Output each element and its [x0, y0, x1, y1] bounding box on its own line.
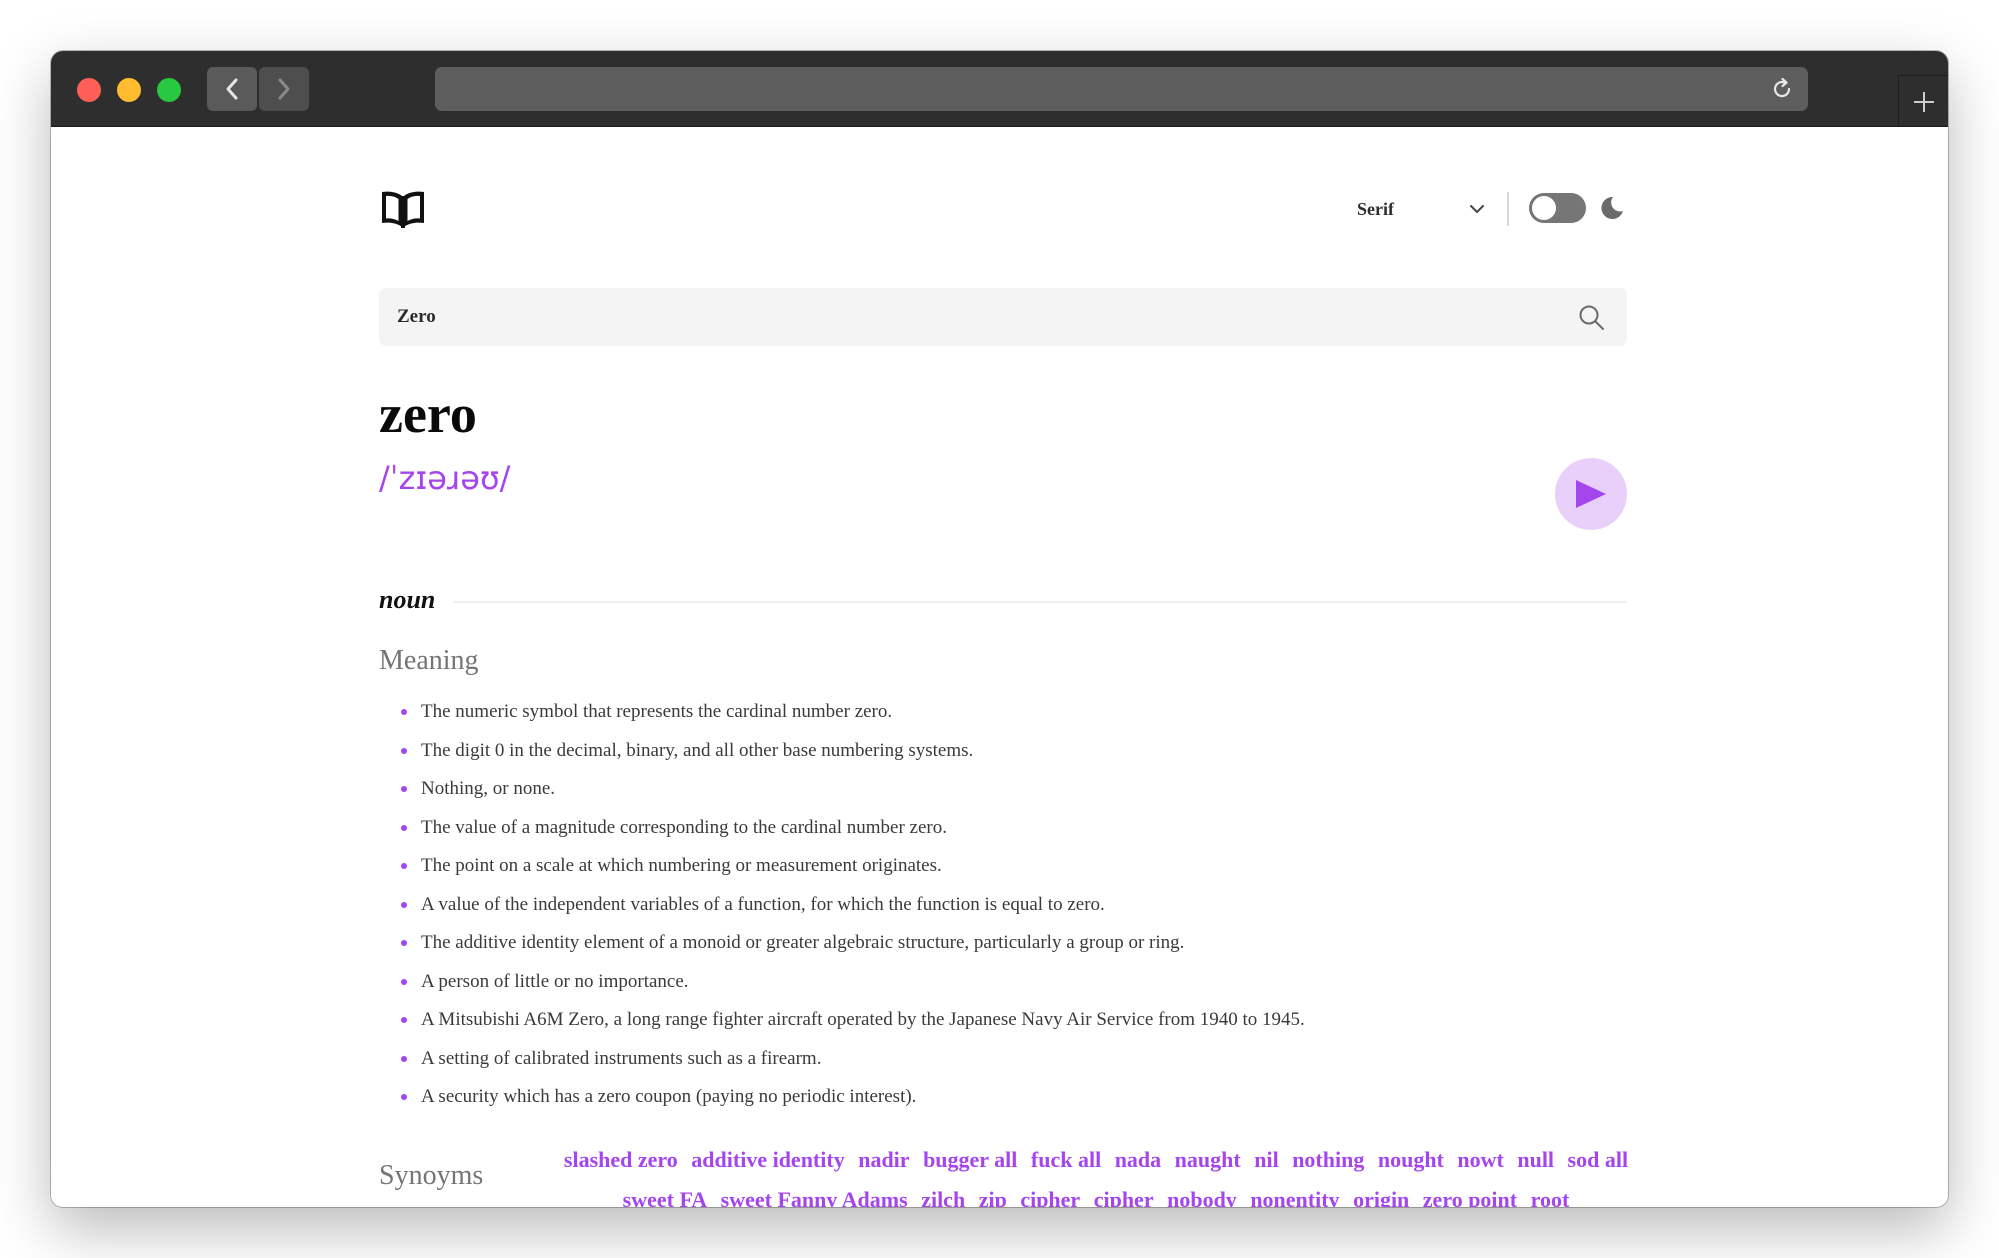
play-icon [1576, 480, 1606, 508]
synonym-link[interactable]: fuck all [1031, 1147, 1101, 1172]
meaning-item: A security which has a zero coupon (payi… [399, 1083, 1599, 1122]
synonym-link[interactable]: zero point [1423, 1187, 1517, 1207]
synonym-link[interactable]: naught [1175, 1147, 1241, 1172]
close-window-button[interactable] [77, 78, 101, 102]
forward-button[interactable] [259, 67, 309, 111]
synonym-link[interactable]: nonentity [1250, 1187, 1339, 1207]
synonym-link[interactable]: sweet Fanny Adams [721, 1187, 908, 1207]
plus-icon [1913, 91, 1934, 112]
toggle-knob [1532, 196, 1556, 220]
meaning-item: The numeric symbol that represents the c… [399, 698, 1599, 737]
play-pronunciation-button[interactable] [1555, 458, 1627, 530]
reload-icon[interactable] [1770, 77, 1794, 101]
meaning-list: The numeric symbol that represents the c… [399, 698, 1599, 1122]
part-of-speech-divider [453, 601, 1627, 603]
page-content: Serif zero /ˈzɪəɹəʊ/ noun [51, 128, 1948, 1207]
meaning-heading: Meaning [379, 645, 479, 676]
meaning-item: The point on a scale at which numbering … [399, 852, 1599, 891]
synonyms-list: slashed zero additive identity nadir bug… [521, 1140, 1671, 1207]
theme-toggle[interactable] [1529, 193, 1586, 223]
synonym-link[interactable]: nil [1254, 1147, 1278, 1172]
synonym-link[interactable]: root [1531, 1187, 1570, 1207]
synonym-link[interactable]: zilch [921, 1187, 965, 1207]
synonym-link[interactable]: nought [1378, 1147, 1444, 1172]
search-icon[interactable] [1578, 304, 1605, 331]
minimize-window-button[interactable] [117, 78, 141, 102]
meaning-item: The digit 0 in the decimal, binary, and … [399, 737, 1599, 776]
font-select-value: Serif [1357, 198, 1394, 219]
synonyms-heading: Synoyms [379, 1160, 484, 1191]
font-select[interactable]: Serif [1357, 194, 1485, 224]
header-divider [1507, 192, 1509, 226]
browser-titlebar [51, 51, 1948, 127]
maximize-window-button[interactable] [157, 78, 181, 102]
part-of-speech-row: noun [379, 583, 1627, 619]
meaning-item: The value of a magnitude corresponding t… [399, 814, 1599, 853]
synonym-link[interactable]: additive identity [691, 1147, 844, 1172]
meaning-item: The additive identity element of a monoi… [399, 929, 1599, 968]
meaning-item: A person of little or no importance. [399, 968, 1599, 1007]
synonym-link[interactable]: nadir [858, 1147, 909, 1172]
book-logo-icon[interactable] [380, 187, 426, 229]
back-arrow-icon [226, 78, 238, 100]
synonym-link[interactable]: cipher [1094, 1187, 1154, 1207]
synonym-link[interactable]: slashed zero [564, 1147, 678, 1172]
synonym-link[interactable]: sweet FA [623, 1187, 708, 1207]
synonym-link[interactable]: null [1517, 1147, 1554, 1172]
synonym-link[interactable]: origin [1353, 1187, 1409, 1207]
synonym-link[interactable]: bugger all [923, 1147, 1017, 1172]
forward-arrow-icon [278, 78, 290, 100]
part-of-speech: noun [379, 585, 436, 614]
synonym-link[interactable]: zip [979, 1187, 1007, 1207]
browser-window: Serif zero /ˈzɪəɹəʊ/ noun [51, 51, 1948, 1207]
synonym-link[interactable]: nobody [1167, 1187, 1237, 1207]
new-tab-button[interactable] [1898, 75, 1948, 127]
moon-icon [1601, 196, 1623, 219]
phonetic: /ˈzɪəɹəʊ/ [379, 459, 511, 497]
synonym-link[interactable]: nothing [1292, 1147, 1364, 1172]
meaning-item: A value of the independent variables of … [399, 891, 1599, 930]
address-bar[interactable] [435, 67, 1808, 111]
meaning-item: A setting of calibrated instruments such… [399, 1045, 1599, 1084]
search-input[interactable] [397, 288, 1547, 346]
meaning-item: Nothing, or none. [399, 775, 1599, 814]
back-button[interactable] [207, 67, 257, 111]
search-bar[interactable] [379, 288, 1627, 346]
synonym-link[interactable]: nowt [1457, 1147, 1503, 1172]
headword: zero [379, 384, 477, 444]
meaning-item: A Mitsubishi A6M Zero, a long range figh… [399, 1006, 1599, 1045]
synonym-link[interactable]: sod all [1568, 1147, 1629, 1172]
chevron-down-icon [1470, 205, 1484, 213]
synonym-link[interactable]: nada [1115, 1147, 1161, 1172]
synonym-link[interactable]: cipher [1020, 1187, 1080, 1207]
